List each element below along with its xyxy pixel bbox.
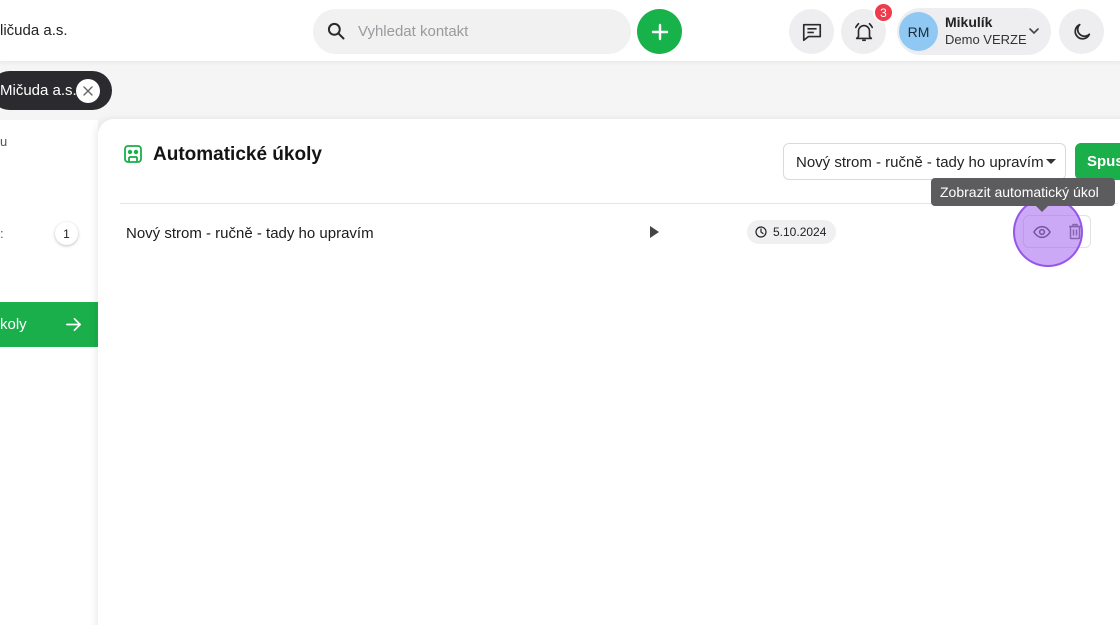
theme-toggle-button[interactable] — [1059, 9, 1104, 54]
tooltip-arrow — [1036, 206, 1048, 212]
search-input[interactable]: Vyhledat kontakt — [358, 23, 468, 40]
company-name[interactable]: ličuda a.s. — [0, 22, 68, 39]
chevron-down-icon — [1029, 28, 1039, 35]
run-button-label: Spus — [1087, 153, 1120, 170]
chat-icon — [802, 23, 821, 41]
sidebar-count-badge: 1 — [55, 222, 78, 245]
date-badge: 5.10.2024 — [747, 220, 836, 244]
page-title: Automatické úkoly — [153, 144, 322, 165]
filter-chip[interactable]: Mičuda a.s. — [0, 71, 112, 110]
caret-down-icon — [1046, 159, 1056, 164]
bell-icon — [854, 22, 873, 41]
robot-icon — [124, 145, 142, 163]
clock-icon — [755, 226, 767, 238]
close-icon — [83, 86, 93, 96]
task-date: 5.10.2024 — [773, 225, 827, 239]
arrow-right-icon — [66, 317, 81, 332]
run-button[interactable]: Spus — [1075, 143, 1120, 180]
tree-select-value: Nový strom - ručně - tady ho upravím — [796, 154, 1044, 171]
plus-icon — [651, 23, 668, 40]
search-icon — [327, 22, 345, 40]
moon-icon — [1073, 23, 1090, 40]
filter-chip-label: Mičuda a.s. — [0, 82, 77, 99]
avatar: RM — [899, 12, 938, 51]
task-name[interactable]: Nový strom - ručně - tady ho upravím — [126, 225, 374, 242]
notification-badge: 3 — [873, 2, 894, 23]
messages-button[interactable] — [789, 9, 834, 54]
add-button[interactable] — [637, 9, 682, 54]
sidebar-item-automatic-tasks[interactable]: koly — [0, 302, 98, 347]
click-highlight — [1013, 197, 1083, 267]
tree-select[interactable]: Nový strom - ručně - tady ho upravím — [783, 143, 1066, 180]
sidebar-item-label[interactable]: u — [0, 134, 7, 149]
user-name: Mikulík — [945, 14, 993, 30]
user-menu[interactable]: RM Mikulík Demo VERZE — [897, 8, 1051, 55]
sidebar: u : 1 koly — [0, 120, 98, 625]
sidebar-item-label: koly — [0, 316, 27, 333]
remove-filter-button[interactable] — [76, 79, 100, 103]
tooltip: Zobrazit automatický úkol — [931, 178, 1115, 212]
tooltip-text: Zobrazit automatický úkol — [940, 184, 1099, 200]
user-organization: Demo VERZE — [945, 32, 1027, 47]
search-bar[interactable]: Vyhledat kontakt — [313, 9, 631, 54]
sidebar-item-label[interactable]: : — [0, 226, 4, 241]
play-icon[interactable] — [650, 226, 659, 238]
top-bar: ličuda a.s. Vyhledat kontakt 3 RM Mikulí… — [0, 0, 1120, 62]
